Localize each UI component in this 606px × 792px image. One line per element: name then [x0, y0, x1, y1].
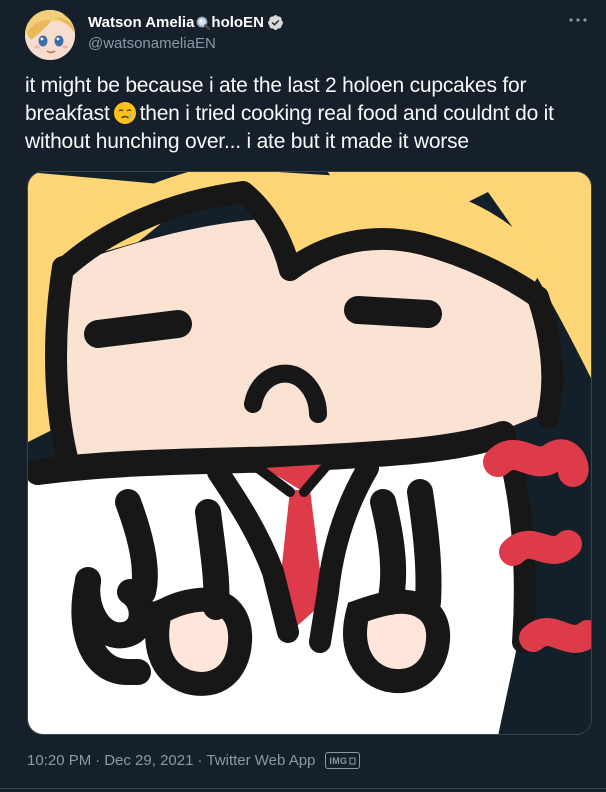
tweet-container: Watson Amelia holoEN @watsonameliaEN it … [0, 0, 606, 792]
meta-separator: · [197, 752, 203, 769]
face-holding-back-tears-icon [113, 101, 137, 125]
author-handle[interactable]: @watsonameliaEN [88, 35, 548, 52]
tweet-source-link[interactable]: Twitter Web App [206, 752, 315, 769]
image-toggle-icon [349, 757, 356, 765]
tweet-text: it might be because i ate the last 2 hol… [25, 72, 591, 156]
tweet-metadata: 10:20 PM · Dec 29, 2021 · Twitter Web Ap… [27, 752, 361, 769]
hunched-girl-drawing [28, 172, 591, 734]
magnifying-glass-icon [196, 16, 211, 30]
verified-badge-icon [267, 14, 284, 31]
avatar-image [25, 10, 75, 60]
meta-separator: · [95, 752, 101, 769]
author-name-suffix[interactable]: holoEN [211, 14, 264, 31]
author-info: Watson Amelia holoEN @watsonameliaEN [88, 12, 548, 52]
divider [0, 788, 606, 789]
author-display-name[interactable]: Watson Amelia [88, 14, 194, 31]
more-options-icon[interactable] [566, 12, 590, 28]
author-avatar[interactable] [25, 10, 75, 60]
tweet-media-image[interactable] [27, 171, 592, 735]
author-name-row: Watson Amelia holoEN [88, 12, 548, 33]
img-badge: IMG [325, 752, 361, 769]
tweet-date[interactable]: Dec 29, 2021 [104, 752, 193, 769]
tweet-time[interactable]: 10:20 PM [27, 752, 91, 769]
img-badge-label: IMG [329, 755, 348, 766]
